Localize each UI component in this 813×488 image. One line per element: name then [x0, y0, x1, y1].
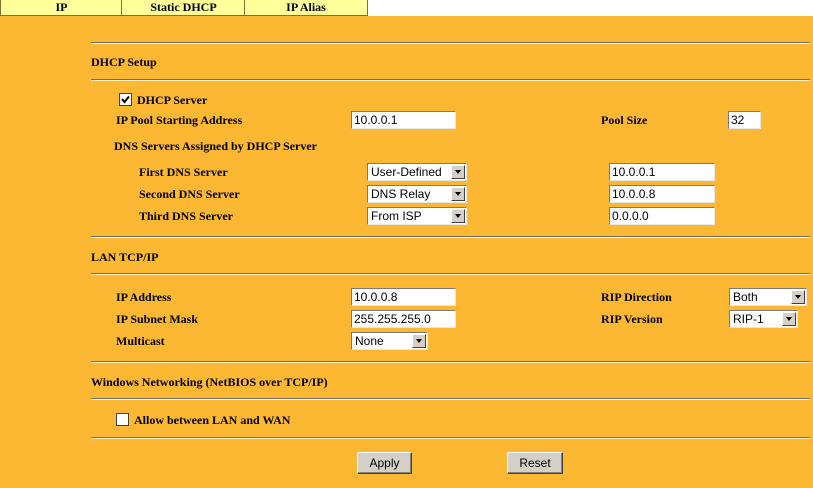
checkmark-icon: [121, 95, 130, 104]
chevron-down-icon: [791, 290, 805, 304]
dns-servers-header: DNS Servers Assigned by DHCP Server: [114, 139, 317, 153]
multicast-label: Multicast: [116, 334, 165, 348]
rip-direction-value: Both: [733, 290, 758, 304]
dhcp-section-title: DHCP Setup: [91, 55, 157, 69]
multicast-select[interactable]: None: [351, 332, 428, 350]
divider: [91, 273, 810, 275]
allow-lan-wan-label: Allow between LAN and WAN: [134, 413, 291, 427]
tab-ip-alias-label: IP Alias: [286, 0, 326, 14]
divider: [91, 437, 810, 439]
divider: [91, 236, 810, 238]
chevron-down-icon: [782, 312, 796, 326]
pool-size-input[interactable]: [728, 111, 761, 129]
chevron-down-icon: [451, 165, 465, 179]
settings-panel: DHCP Setup DHCP Server IP Pool Starting …: [0, 16, 813, 488]
chevron-down-icon: [451, 209, 465, 223]
ip-address-label: IP Address: [116, 290, 172, 304]
third-dns-mode-select[interactable]: From ISP: [367, 207, 467, 225]
multicast-value: None: [355, 334, 384, 348]
second-dns-mode-select[interactable]: DNS Relay: [367, 185, 467, 203]
rip-version-value: RIP-1: [733, 312, 764, 326]
allow-lan-wan-checkbox[interactable]: [116, 413, 129, 426]
pool-size-label: Pool Size: [601, 113, 648, 127]
netbios-section-title: Windows Networking (NetBIOS over TCP/IP): [91, 375, 328, 389]
divider: [91, 79, 810, 81]
pool-start-input[interactable]: [351, 111, 456, 129]
second-dns-ip-input[interactable]: [609, 185, 715, 203]
dhcp-server-label: DHCP Server: [137, 93, 208, 107]
third-dns-mode-value: From ISP: [371, 209, 422, 223]
rip-direction-label: RIP Direction: [601, 290, 672, 304]
chevron-down-icon: [412, 334, 426, 348]
ip-address-input[interactable]: [351, 288, 456, 306]
tab-static-dhcp[interactable]: Static DHCP: [121, 0, 246, 16]
dhcp-server-checkbox[interactable]: [119, 93, 132, 106]
tab-ip[interactable]: IP: [0, 0, 123, 16]
divider: [91, 398, 810, 400]
third-dns-ip-input[interactable]: [609, 207, 715, 225]
third-dns-label: Third DNS Server: [139, 209, 233, 223]
second-dns-label: Second DNS Server: [139, 187, 240, 201]
subnet-mask-label: IP Subnet Mask: [116, 312, 199, 326]
pool-start-label: IP Pool Starting Address: [116, 113, 243, 127]
tab-ip-alias[interactable]: IP Alias: [244, 0, 368, 16]
tab-ip-label: IP: [55, 0, 68, 14]
subnet-mask-input[interactable]: [351, 310, 456, 328]
divider: [91, 361, 810, 363]
chevron-down-icon: [451, 187, 465, 201]
rip-version-label: RIP Version: [601, 312, 663, 326]
second-dns-mode-value: DNS Relay: [371, 187, 431, 201]
lan-section-title: LAN TCP/IP: [91, 250, 159, 264]
divider: [91, 42, 810, 44]
rip-direction-select[interactable]: Both: [729, 288, 807, 306]
rip-version-select[interactable]: RIP-1: [729, 310, 798, 328]
tab-static-dhcp-label: Static DHCP: [150, 0, 217, 14]
first-dns-mode-select[interactable]: User-Defined: [367, 163, 467, 181]
first-dns-ip-input[interactable]: [609, 163, 715, 181]
first-dns-mode-value: User-Defined: [371, 165, 442, 179]
first-dns-label: First DNS Server: [139, 165, 228, 179]
reset-button[interactable]: Reset: [507, 452, 563, 474]
apply-button[interactable]: Apply: [357, 452, 412, 474]
